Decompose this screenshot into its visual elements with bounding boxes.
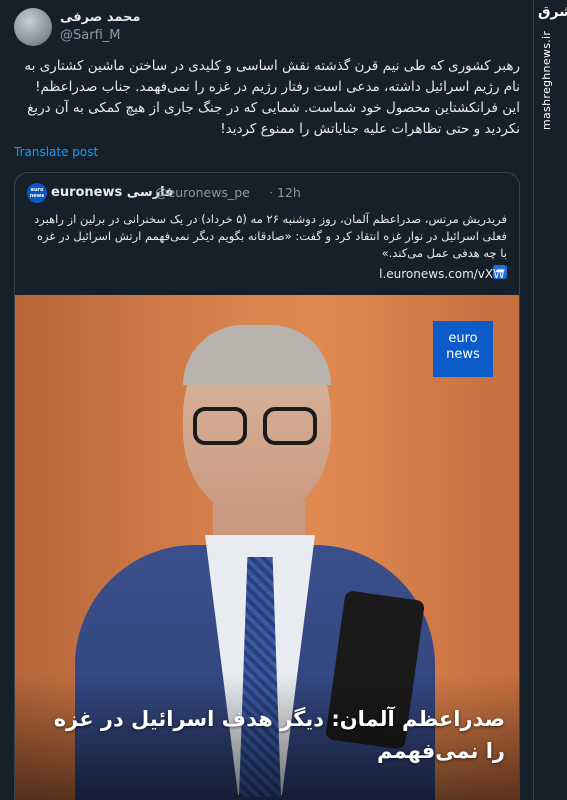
euronews-logo: euro news (433, 321, 493, 377)
quote-text: فریدریش مرتس، صدراعظم آلمان، روز دوشنبه … (34, 212, 507, 260)
quote-link[interactable]: l.euronews.com/vXW (379, 267, 505, 281)
user-handle[interactable]: @Sarfi_M (60, 28, 120, 43)
glasses-left (193, 407, 247, 445)
quote-timestamp[interactable]: 12h (277, 185, 301, 200)
tweet-text: رهبر کشوری که طی نیم قرن گذشته نقش اساسی… (24, 58, 520, 137)
translate-post-link[interactable]: Translate post (14, 145, 98, 159)
quote-handle[interactable]: @euronews_pe (155, 185, 250, 200)
media-caption: صدراعظم آلمان: دیگر هدف اسرائیل در غزه ر… (53, 707, 505, 763)
euronews-avatar[interactable]: euro news (27, 183, 47, 203)
watermark-column: مشرق mashreghnews.ir (536, 0, 567, 800)
hair-shape (183, 325, 331, 385)
separator-dot: · (269, 185, 273, 200)
display-name[interactable]: محمد صرفی (60, 10, 140, 25)
watermark-site: mashreghnews.ir (540, 30, 553, 130)
avatar[interactable] (14, 8, 52, 46)
glasses-right (263, 407, 317, 445)
quoted-tweet[interactable]: euro news euronews فارسی @euronews_pe · … (14, 172, 520, 800)
media-image[interactable]: euro news صدراعظم آلمان: دیگر هدف اسرائی… (15, 295, 519, 800)
tweet-card: محمد صرفی @Sarfi_M رهبر کشوری که طی نیم … (0, 0, 534, 800)
